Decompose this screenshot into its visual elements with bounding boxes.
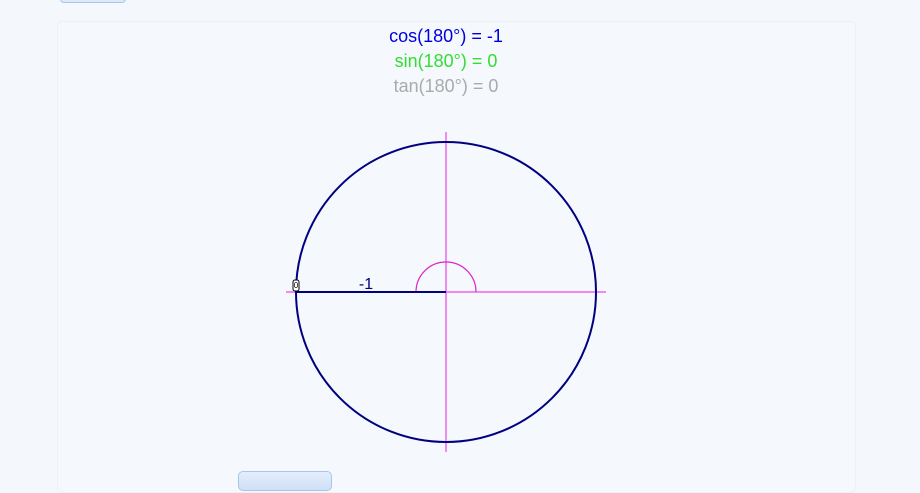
- bottom-button[interactable]: [238, 471, 332, 491]
- angle-handle[interactable]: 0: [292, 279, 300, 292]
- radius-label: -1: [359, 276, 373, 293]
- angle-handle-label: 0: [294, 281, 299, 290]
- unit-circle-diagram: -1 0: [286, 132, 606, 452]
